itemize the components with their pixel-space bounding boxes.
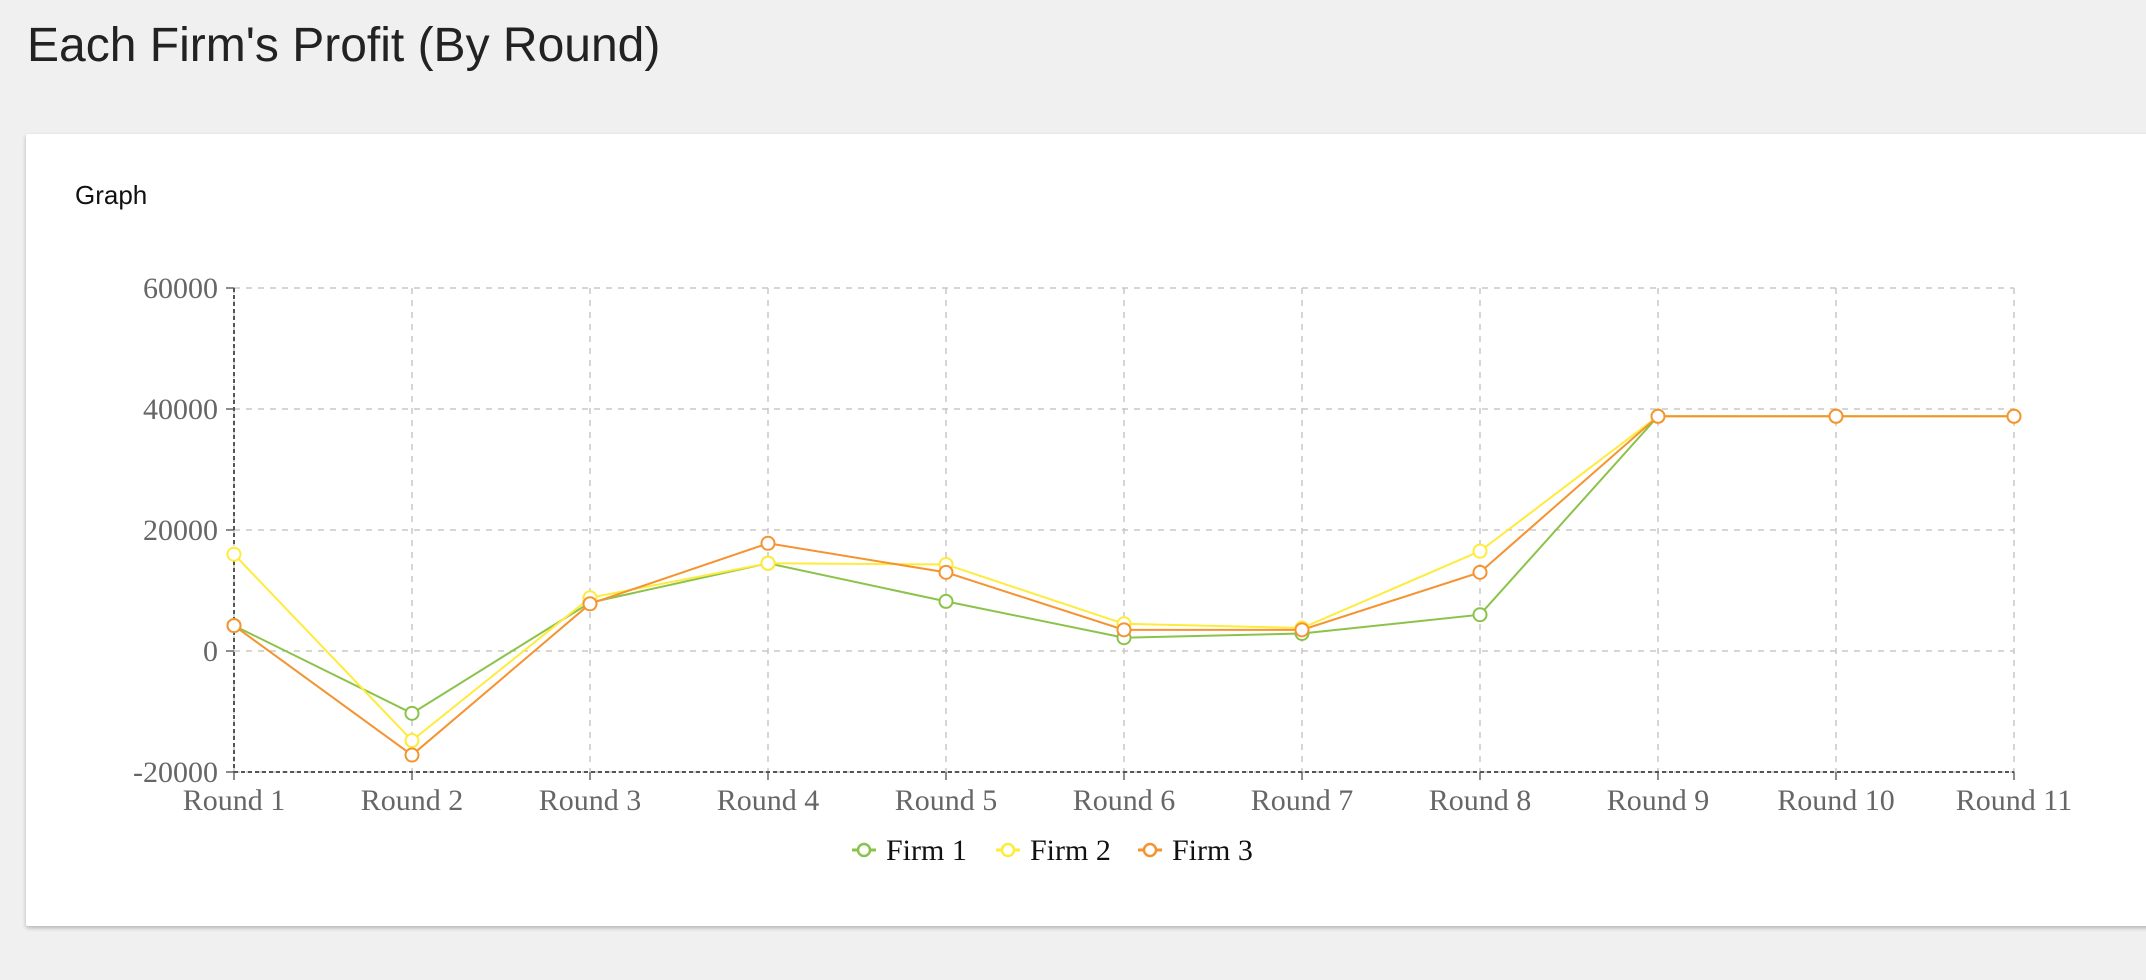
legend-item-1[interactable]: Firm 1 xyxy=(852,834,967,867)
data-point[interactable] xyxy=(2006,408,2022,424)
data-point[interactable] xyxy=(1472,543,1488,559)
grid-lines xyxy=(233,287,2015,773)
line-chart: 6000040000200000-20000Round 1 Round 2 Roun… xyxy=(133,272,2072,867)
data-point[interactable] xyxy=(582,596,598,612)
x-tick-label: Round 7 xyxy=(1251,784,1354,817)
legend-item-2[interactable]: Firm 2 xyxy=(996,834,1111,867)
legend-label: Firm 2 xyxy=(1030,834,1111,867)
x-tick-label: Round 10 xyxy=(1777,784,1895,817)
data-point[interactable] xyxy=(938,564,954,580)
legend-label: Firm 3 xyxy=(1172,834,1253,867)
data-point[interactable] xyxy=(760,555,776,571)
axes xyxy=(226,287,2015,780)
series-line-3 xyxy=(233,415,2014,757)
data-point[interactable] xyxy=(404,733,420,749)
y-tick-label: 60000 xyxy=(143,272,218,305)
data-point[interactable] xyxy=(226,546,242,562)
y-tick-label: 0 xyxy=(203,635,218,668)
data-point[interactable] xyxy=(938,593,954,609)
x-tick-label: Round 4 xyxy=(717,784,820,817)
x-tick-label: Round 8 xyxy=(1429,784,1532,817)
data-point[interactable] xyxy=(404,705,420,721)
x-tick-label: Round 2 xyxy=(361,784,464,817)
x-tick-label: Round 1 xyxy=(183,784,286,817)
x-tick-label: Round 3 xyxy=(539,784,642,817)
x-tick-label: Round 5 xyxy=(895,784,998,817)
legend-marker-icon xyxy=(1142,842,1158,858)
tick-labels: 6000040000200000-20000Round 1 Round 2 Roun… xyxy=(133,272,2072,817)
x-tick-label: Round 9 xyxy=(1607,784,1710,817)
legend-item-3[interactable]: Firm 3 xyxy=(1138,834,1253,867)
x-tick-label: Round 11 xyxy=(1956,784,2072,817)
legend-marker-icon xyxy=(1000,842,1016,858)
data-point[interactable] xyxy=(1650,408,1666,424)
data-point[interactable] xyxy=(1116,622,1132,638)
data-point[interactable] xyxy=(226,618,242,634)
data-point[interactable] xyxy=(1472,607,1488,623)
data-point[interactable] xyxy=(404,747,420,763)
y-tick-label: 40000 xyxy=(143,393,218,426)
data-point[interactable] xyxy=(1472,564,1488,580)
graph-card: Graph 60000 40000 20000 0 -20000 Round 1 Round… xyxy=(26,134,2146,926)
legend[interactable]: Firm 1 Firm 2 Firm 3 xyxy=(852,834,1253,867)
x-tick-label: Round 6 xyxy=(1073,784,1176,817)
data-point[interactable] xyxy=(1294,622,1310,638)
y-tick-label: 20000 xyxy=(143,514,218,547)
legend-marker-icon xyxy=(856,842,872,858)
legend-label: Firm 1 xyxy=(886,834,967,867)
data-point[interactable] xyxy=(1828,408,1844,424)
data-point[interactable] xyxy=(760,535,776,551)
